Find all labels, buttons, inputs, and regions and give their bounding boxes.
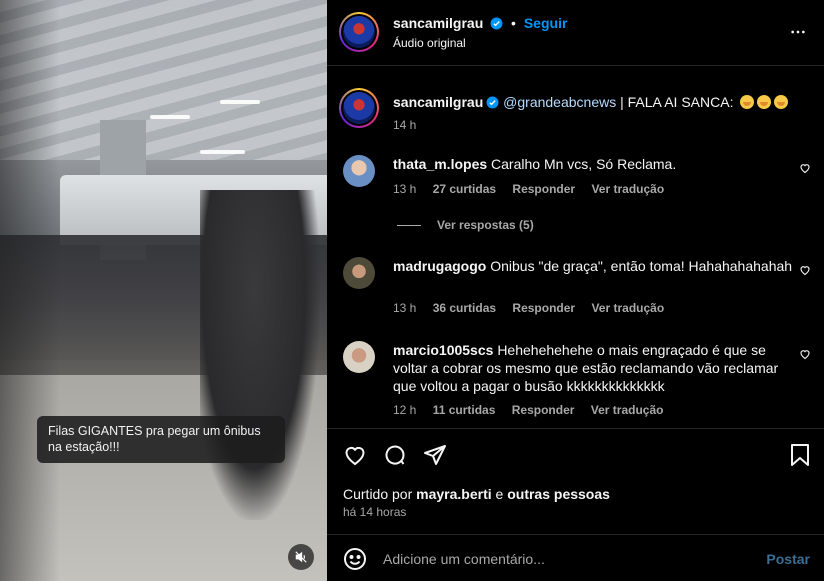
comment-time: 12 h bbox=[393, 403, 417, 417]
avatar[interactable] bbox=[343, 155, 375, 187]
comment-time: 13 h bbox=[393, 182, 417, 196]
comment-username[interactable]: marcio1005scs bbox=[393, 342, 493, 358]
post-actions: Curtido por mayra.berti e outras pessoas… bbox=[327, 428, 824, 534]
mute-button[interactable] bbox=[288, 544, 314, 570]
header-username[interactable]: sancamilgrau bbox=[393, 15, 483, 31]
post-panel: sancamilgrau • Seguir Áudio original san… bbox=[327, 0, 824, 581]
verified-badge-icon bbox=[486, 96, 499, 109]
video-player[interactable]: Filas GIGANTES pra pegar um ônibus na es… bbox=[0, 0, 327, 581]
speaker-muted-icon bbox=[295, 551, 307, 563]
hugging-face-emoji-icon bbox=[757, 95, 772, 109]
caption-username[interactable]: sancamilgrau bbox=[393, 94, 483, 110]
avatar[interactable] bbox=[339, 12, 379, 52]
liked-by-summary: Curtido por mayra.berti e outras pessoas bbox=[343, 486, 610, 502]
hugging-face-emoji-icon bbox=[740, 95, 755, 109]
liked-by-others[interactable]: outras pessoas bbox=[507, 486, 610, 502]
heart-icon[interactable] bbox=[799, 162, 811, 174]
comment-meta: 13 h 36 curtidas Responder Ver tradução bbox=[393, 301, 677, 315]
post-caption: sancamilgrau @grandeabcnews | FALA AI SA… bbox=[393, 93, 803, 111]
video-light bbox=[150, 115, 190, 119]
comment-username[interactable]: madrugagogo bbox=[393, 258, 486, 274]
video-caption: Filas GIGANTES pra pegar um ônibus na es… bbox=[37, 416, 285, 463]
share-paper-plane-icon[interactable] bbox=[423, 443, 447, 467]
post-time: 14 h bbox=[393, 118, 417, 132]
comment-likes[interactable]: 11 curtidas bbox=[433, 403, 496, 417]
reply-button[interactable]: Responder bbox=[512, 182, 575, 196]
avatar[interactable] bbox=[343, 341, 375, 373]
follow-button[interactable]: Seguir bbox=[524, 15, 568, 31]
liked-by-user[interactable]: mayra.berti bbox=[416, 486, 491, 502]
comment-text: Onibus "de graça", então toma! Hahahahah… bbox=[490, 258, 793, 274]
caption-text: | FALA AI SANCA: bbox=[616, 94, 734, 110]
bookmark-save-icon[interactable] bbox=[789, 443, 811, 467]
verified-badge-icon bbox=[490, 17, 503, 30]
translate-button[interactable]: Ver tradução bbox=[591, 301, 664, 315]
post-timestamp: há 14 horas bbox=[343, 505, 407, 519]
comment-likes[interactable]: 36 curtidas bbox=[433, 301, 496, 315]
original-audio-link[interactable]: Áudio original bbox=[393, 36, 466, 50]
view-replies-button[interactable]: Ver respostas (5) bbox=[397, 218, 534, 232]
comment-item: madrugagogo Onibus "de graça", então tom… bbox=[343, 257, 813, 317]
translate-button[interactable]: Ver tradução bbox=[591, 182, 664, 196]
translate-button[interactable]: Ver tradução bbox=[591, 403, 664, 417]
add-comment-bar: Adicione um comentário... Postar bbox=[327, 534, 824, 581]
post-header: sancamilgrau • Seguir Áudio original bbox=[327, 0, 824, 66]
comment-meta: 12 h 11 curtidas Responder Ver tradução bbox=[393, 403, 676, 417]
comment-likes[interactable]: 27 curtidas bbox=[433, 182, 496, 196]
comment-body: thata_m.lopes Caralho Mn vcs, Só Reclama… bbox=[393, 155, 793, 173]
video-person bbox=[200, 190, 320, 520]
comment-text: Caralho Mn vcs, Só Reclama. bbox=[491, 156, 677, 172]
comments-list: sancamilgrau @grandeabcnews | FALA AI SA… bbox=[327, 67, 824, 427]
hugging-face-emoji-icon bbox=[774, 95, 789, 109]
avatar[interactable] bbox=[343, 257, 375, 289]
comment-username[interactable]: thata_m.lopes bbox=[393, 156, 487, 172]
avatar[interactable] bbox=[339, 88, 379, 128]
more-horizontal-icon[interactable] bbox=[790, 24, 806, 40]
comment-time: 13 h bbox=[393, 301, 417, 315]
comment-item: marcio1005scs Hehehehehehe o mais engraç… bbox=[343, 341, 813, 421]
comment-bubble-icon[interactable] bbox=[383, 443, 407, 467]
video-light bbox=[200, 150, 245, 154]
comment-meta: 13 h 27 curtidas Responder Ver tradução bbox=[393, 182, 677, 196]
video-light bbox=[220, 100, 260, 104]
video-shadow bbox=[0, 0, 60, 581]
emoji-smiley-icon[interactable] bbox=[343, 547, 367, 571]
reply-button[interactable]: Responder bbox=[512, 301, 575, 315]
comment-body: madrugagogo Onibus "de graça", então tom… bbox=[393, 257, 793, 275]
post-comment-button[interactable]: Postar bbox=[766, 551, 810, 567]
comment-body: marcio1005scs Hehehehehehe o mais engraç… bbox=[393, 341, 793, 395]
mention-link[interactable]: @grandeabcnews bbox=[503, 94, 616, 110]
heart-icon[interactable] bbox=[799, 348, 811, 360]
heart-icon[interactable] bbox=[799, 264, 811, 276]
reply-button[interactable]: Responder bbox=[512, 403, 575, 417]
comment-input[interactable]: Adicione um comentário... bbox=[383, 551, 545, 567]
like-heart-icon[interactable] bbox=[343, 443, 367, 467]
